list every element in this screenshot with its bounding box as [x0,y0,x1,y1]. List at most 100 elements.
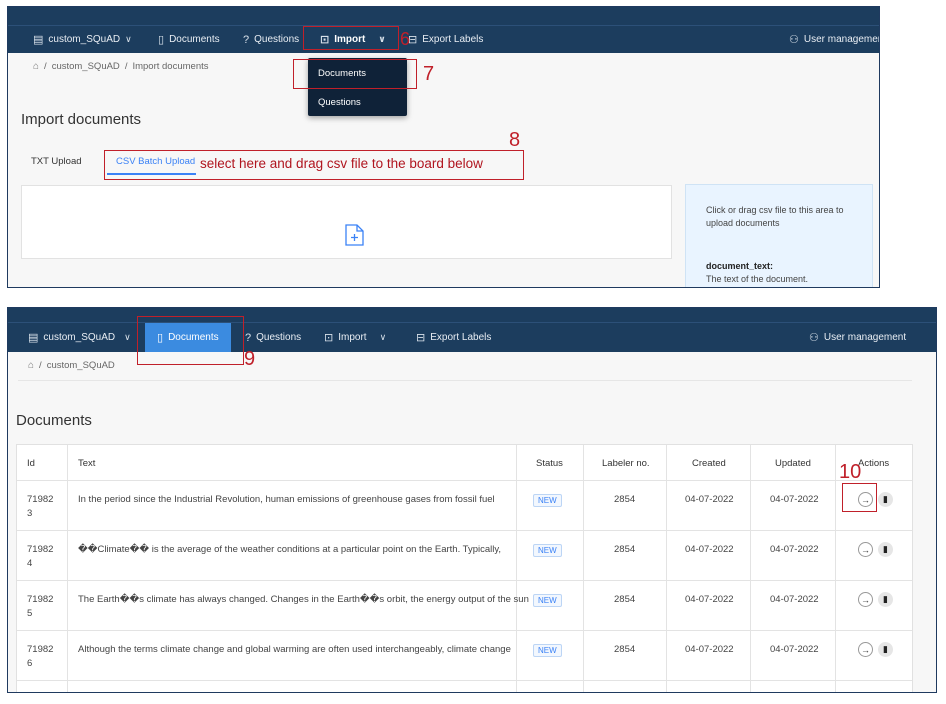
annotation-number-9: 9 [244,348,256,370]
cell-text: Although the terms climate change and gl… [78,644,511,655]
cell-updated: 04-07-2022 [770,544,819,555]
arrow-right-icon[interactable]: → [858,592,873,607]
header-updated: Updated [775,457,811,469]
breadcrumb-project[interactable]: custom_SQuAD [47,360,115,371]
cell-text: In the period since the Industrial Revol… [78,494,495,505]
project-name: custom_SQuAD [43,332,116,343]
breadcrumb-sep: / [124,61,128,72]
nav-user-label: User management [803,34,880,45]
import-icon: ⊡ [324,332,334,344]
annotation-box-9 [137,316,244,365]
export-icon: ⊟ [416,332,426,344]
annotation-number-7: 7 [423,63,435,85]
cell-created: 04-07-2022 [685,494,734,505]
breadcrumb-project[interactable]: custom_SQuAD [52,61,120,72]
nav-export-label: Export Labels [422,34,484,45]
table-row[interactable]: 71982 4 ��Climate�� is the average of th… [17,530,912,580]
cell-id-suffix: 5 [27,608,33,619]
cell-labeler: 2854 [614,494,636,505]
page-title: Documents [16,412,92,429]
nav-user-management[interactable]: ⚇ User management [789,26,880,53]
annotation-box-10 [842,483,877,512]
cell-labeler: 2854 [614,544,636,555]
project-icon: ▤ [33,34,44,46]
home-icon[interactable]: ⌂ [33,61,39,72]
trash-icon[interactable]: ▮ [878,492,893,507]
field-description: The text of the document. [706,274,809,284]
home-icon[interactable]: ⌂ [28,360,34,371]
cell-updated: 04-07-2022 [770,644,819,655]
status-badge: NEW [533,494,562,507]
divider [18,380,912,381]
project-icon: ▤ [28,332,39,344]
upload-hint: Click or drag csv file to this area to u… [706,205,844,228]
trash-icon[interactable]: ▮ [878,642,893,657]
header-text: Text [78,457,96,469]
annotation-number-8: 8 [509,129,521,151]
status-badge: NEW [533,544,562,557]
dropdown-item-questions[interactable]: Questions [318,97,361,108]
chevron-down-icon: ∨ [125,34,132,44]
cell-id: 71982 [27,644,54,655]
annotation-box-7 [293,59,417,89]
cell-id-suffix: 6 [27,658,33,669]
top-strip [8,7,879,25]
tab-txt-upload[interactable]: TXT Upload [31,156,82,167]
header-actions: Actions [858,457,890,469]
breadcrumb-sep: / [44,61,47,72]
header-created: Created [692,457,726,469]
annotation-number-10: 10 [839,461,862,483]
upload-info-box: Click or drag csv file to this area to u… [685,184,873,287]
nav-import[interactable]: ⊡ Import ∨ [324,323,386,352]
chevron-down-icon: ∨ [124,332,131,342]
nav-questions-label: Questions [254,34,300,45]
nav-export-labels[interactable]: ⊟ Export Labels [408,26,483,53]
header-id: Id [27,457,35,469]
cell-text: The Earth��s climate has always changed.… [78,594,529,605]
nav-documents[interactable]: ▯ Documents [158,26,220,53]
project-selector[interactable]: ▤ custom_SQuAD ∨ [33,26,132,53]
project-selector[interactable]: ▤ custom_SQuAD ∨ [28,323,131,352]
arrow-right-icon[interactable]: → [858,542,873,557]
table-row[interactable]: 71982 6 Although the terms climate chang… [17,630,912,680]
breadcrumb-current: Import documents [132,61,209,72]
csv-dropzone[interactable] [21,185,672,259]
nav-user-management[interactable]: ⚇ User management [809,323,906,352]
table-row[interactable]: 71982 5 The Earth��s climate has always … [17,580,912,630]
nav-export-labels[interactable]: ⊟ Export Labels [416,323,491,352]
chevron-down-icon: ∨ [379,332,387,342]
question-icon: ? [243,33,250,46]
annotation-box-6 [303,26,399,50]
top-navbar: ▤ custom_SQuAD ∨ ▯ Documents ? Questions… [8,25,879,53]
cell-id: 71982 [27,544,54,555]
documents-table: Id Text Status Labeler no. Created Updat… [16,444,913,692]
nav-questions[interactable]: ? Questions [243,26,299,53]
users-icon: ⚇ [789,34,799,46]
trash-icon[interactable]: ▮ [878,592,893,607]
nav-documents-label: Documents [169,34,220,45]
cell-updated: 04-07-2022 [770,494,819,505]
document-icon: ▯ [158,34,165,46]
cell-id: 71982 [27,594,54,605]
cell-text: ��Climate�� is the average of the weathe… [78,544,502,555]
cell-labeler: 2854 [614,644,636,655]
trash-icon[interactable]: ▮ [878,542,893,557]
nav-user-label: User management [823,332,907,343]
users-icon: ⚇ [809,332,819,344]
cell-id-suffix: 4 [27,558,33,569]
documents-page-screenshot: ▤ custom_SQuAD ∨ ▯ Documents ? Questions… [7,307,937,693]
table-row[interactable]: 71982 3 In the period since the Industri… [17,480,912,530]
status-badge: NEW [533,594,562,607]
cell-id: 71982 [27,494,54,505]
add-file-icon [345,224,364,246]
header-status: Status [536,457,563,469]
table-row[interactable] [17,680,912,692]
arrow-right-icon[interactable]: → [858,642,873,657]
status-badge: NEW [533,644,562,657]
breadcrumb-sep: / [39,360,42,371]
question-icon: ? [245,331,252,344]
cell-id-suffix: 3 [27,508,33,519]
annotation-number-6: 6 [400,29,411,49]
nav-import-label: Import [338,332,367,343]
cell-created: 04-07-2022 [685,544,734,555]
